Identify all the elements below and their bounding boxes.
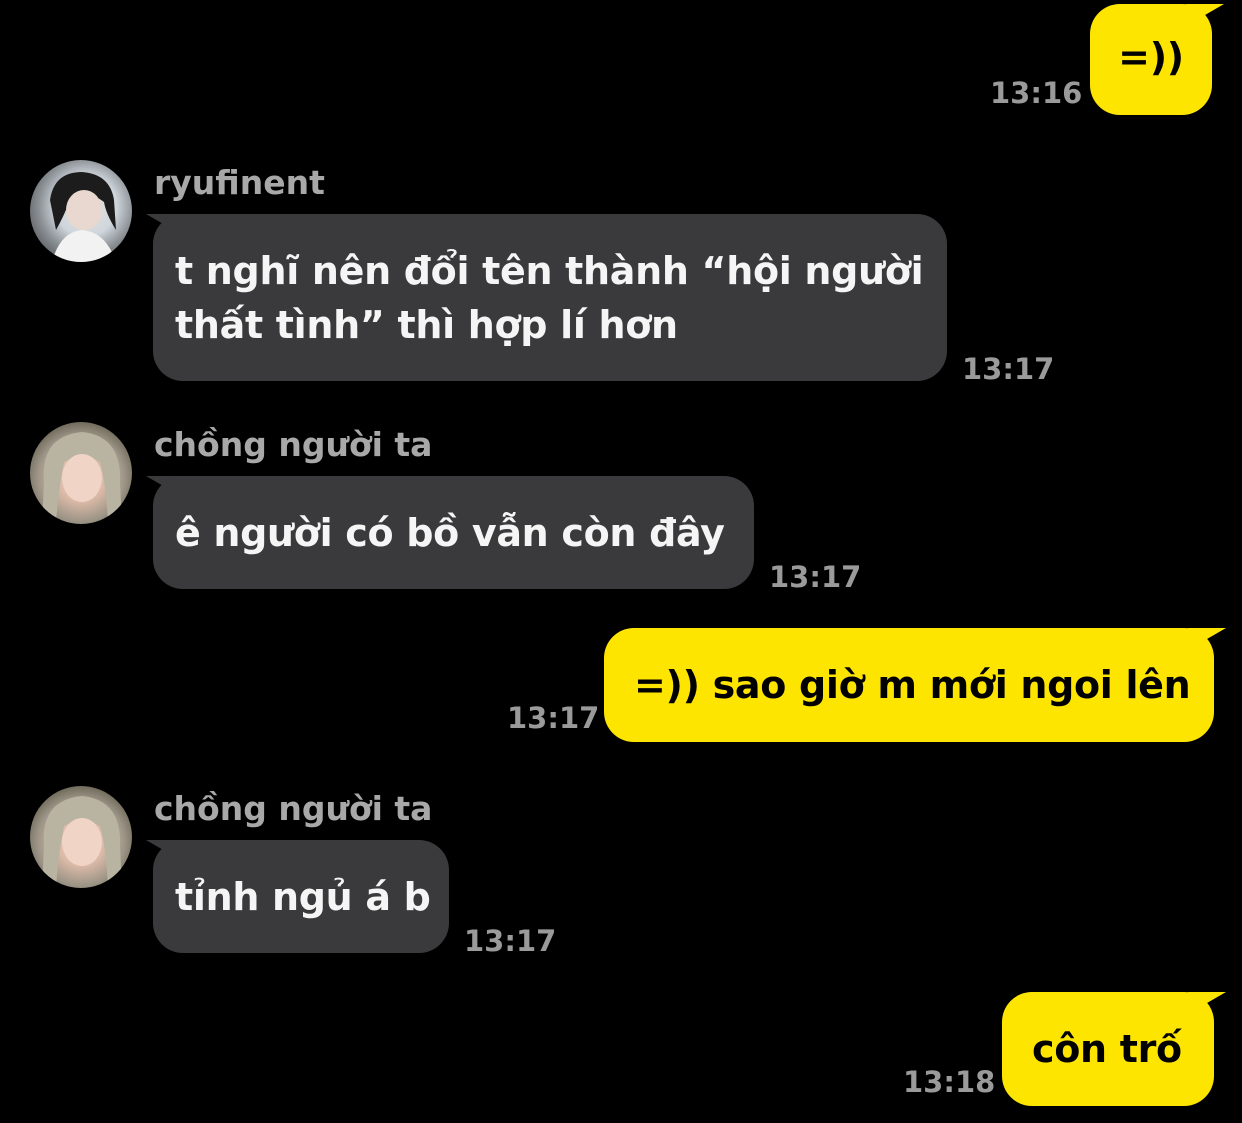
message-text: ê người có bồ vẫn còn đây <box>175 511 725 555</box>
message-text: tỉnh ngủ á b <box>175 875 431 919</box>
incoming-message-bubble[interactable]: tỉnh ngủ á b <box>153 840 449 953</box>
avatar-image <box>42 432 122 524</box>
message-timestamp: 13:17 <box>962 352 1055 386</box>
chong-nguoi-ta-avatar[interactable] <box>30 786 132 888</box>
message-text-line: thất tình” thì hợp lí hơn <box>175 303 678 347</box>
bubble-tail <box>1188 628 1226 650</box>
message-text: côn trố <box>1032 1027 1182 1071</box>
chong-nguoi-ta-avatar[interactable] <box>30 422 132 524</box>
outgoing-message-bubble[interactable]: =)) sao giờ m mới ngoi lên <box>604 628 1214 742</box>
message-timestamp: 13:18 <box>903 1065 996 1099</box>
chat-message-list[interactable]: 13:16 =)) ryufinent t nghĩ nên đổi tên t… <box>0 0 1242 1123</box>
message-timestamp: 13:17 <box>507 701 600 735</box>
ryufinent-avatar[interactable] <box>30 160 132 262</box>
incoming-message-bubble[interactable]: ê người có bồ vẫn còn đây <box>153 476 754 589</box>
message-timestamp: 13:17 <box>464 924 557 958</box>
message-text-line: t nghĩ nên đổi tên thành “hội người <box>175 249 924 293</box>
avatar-image <box>50 172 116 262</box>
message-text: =)) <box>1118 35 1184 79</box>
sender-name: ryufinent <box>154 163 325 202</box>
bubble-tail <box>1188 992 1226 1014</box>
message-text: =)) sao giờ m mới ngoi lên <box>634 663 1191 707</box>
incoming-message-bubble[interactable]: t nghĩ nên đổi tên thành “hội người thất… <box>153 214 947 381</box>
avatar-image <box>42 796 122 888</box>
message-timestamp: 13:17 <box>769 560 862 594</box>
sender-name: chồng người ta <box>154 789 433 828</box>
sender-name: chồng người ta <box>154 425 433 464</box>
message-timestamp: 13:16 <box>990 76 1083 110</box>
outgoing-message-bubble[interactable]: côn trố <box>1002 992 1214 1106</box>
bubble-tail <box>1186 4 1224 26</box>
